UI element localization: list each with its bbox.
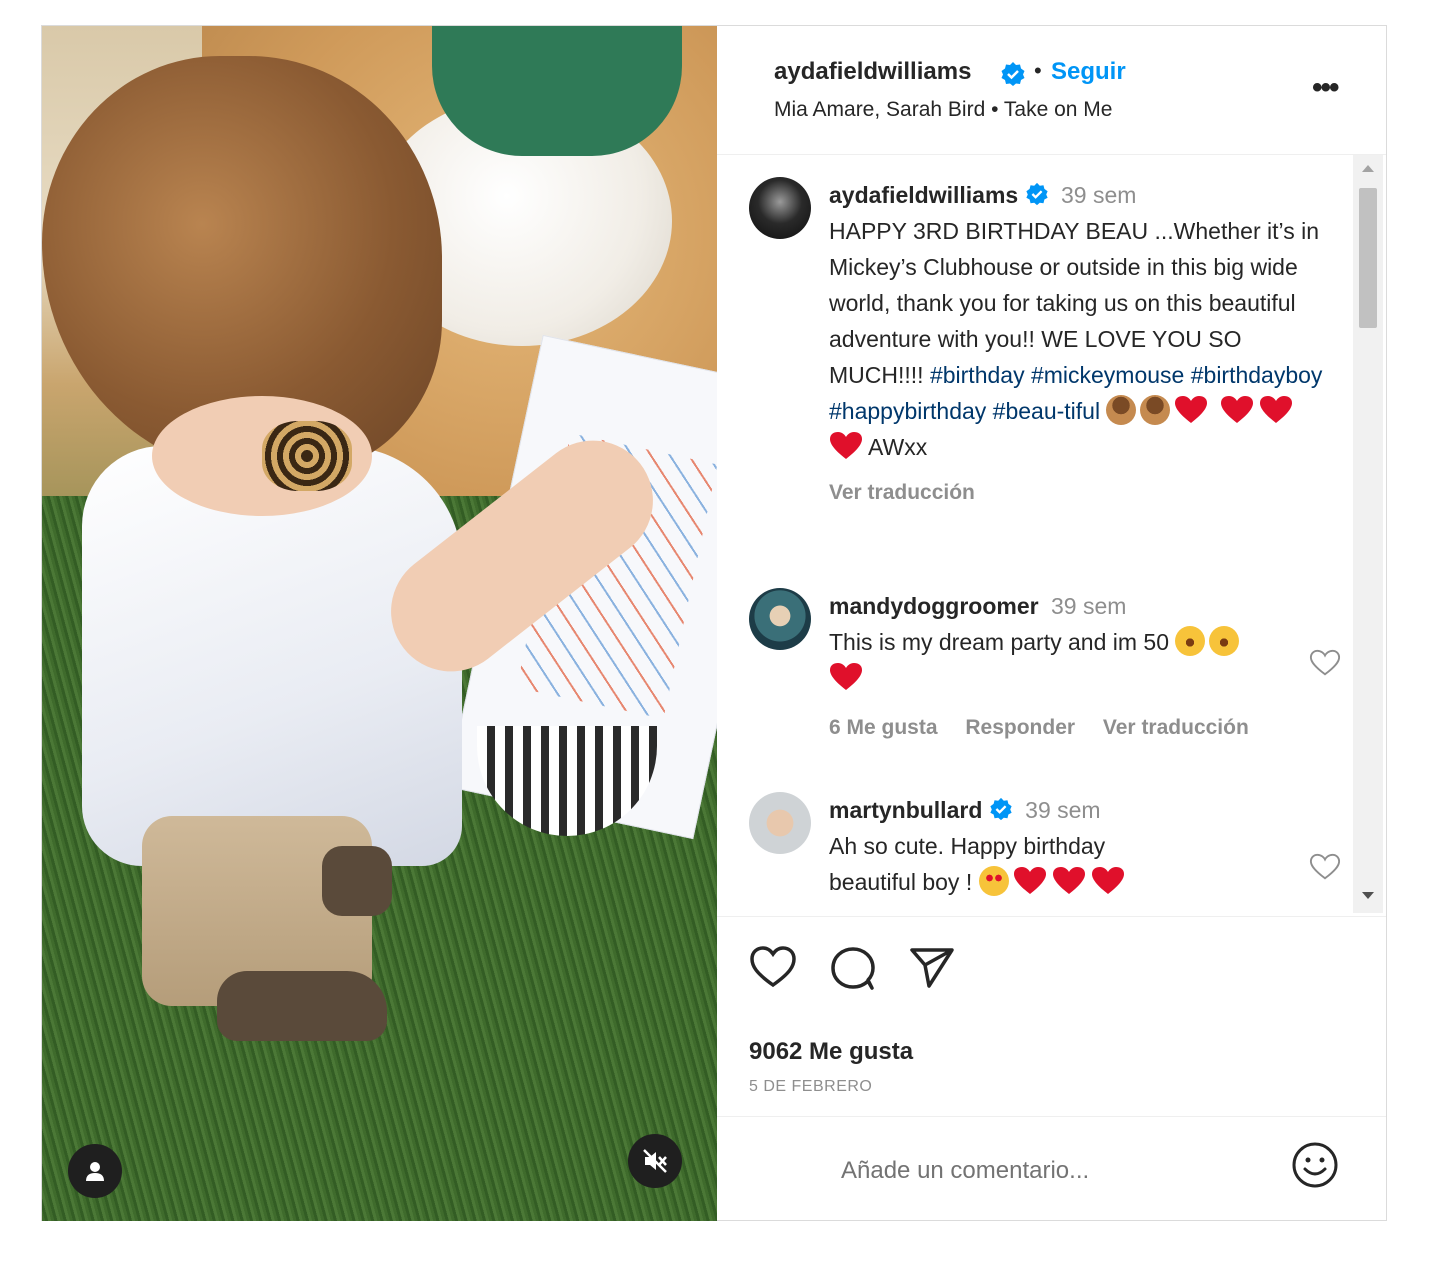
see-translation-button[interactable]: Ver traducción [829,481,975,504]
header-separator: • [1034,58,1042,83]
post-header: aydafieldwilliams • Seguir Mia Amare, Sa… [717,26,1386,155]
star-struck-emoji-icon [978,865,1009,896]
comment-text: This is my dream party and im 50 [829,629,1170,655]
avatar[interactable] [749,588,811,650]
tears-of-joy-emoji-icon [1209,625,1240,656]
scrollbar-thumb[interactable] [1359,188,1377,328]
red-heart-emoji-icon [1259,395,1292,423]
comment-likes[interactable]: 6 Me gusta [829,716,938,739]
add-comment-input[interactable] [839,1153,1263,1189]
comment-bubble-icon[interactable] [829,945,877,991]
reply-button[interactable]: Responder [965,716,1075,739]
mute-button[interactable] [628,1134,682,1188]
user-icon [86,1162,104,1181]
tears-of-joy-emoji-icon [1175,625,1206,656]
emoji-picker-icon[interactable] [1291,1141,1339,1189]
cake-emoji-icon [1140,394,1171,425]
red-heart-emoji-icon [1220,395,1253,423]
instagram-post: aydafieldwilliams • Seguir Mia Amare, Sa… [41,25,1387,1221]
cake-emoji-icon [1106,394,1137,425]
post-video[interactable] [42,26,717,1221]
red-heart-emoji-icon [830,662,862,690]
comment-time[interactable]: 39 sem [1025,797,1100,823]
tagged-users-button[interactable] [68,1144,122,1198]
caption-time[interactable]: 39 sem [1061,182,1136,208]
red-heart-emoji-icon [1052,866,1085,894]
post-date: 5 DE FEBRERO [749,1078,873,1095]
see-translation-button[interactable]: Ver traducción [1103,716,1249,739]
follow-button[interactable]: Seguir [1051,58,1126,86]
red-heart-emoji-icon [1091,866,1124,894]
post-side-panel: aydafieldwilliams • Seguir Mia Amare, Sa… [717,26,1386,1220]
avatar[interactable] [749,792,811,854]
like-comment-heart-icon[interactable] [1309,648,1341,678]
comments-scrollbar[interactable] [1353,155,1383,913]
verified-badge-icon [1025,182,1048,205]
caption-signoff: AWxx [868,434,928,460]
comment-username[interactable]: martynbullard [829,797,982,823]
like-heart-icon[interactable] [749,945,797,989]
like-comment-heart-icon[interactable] [1309,852,1341,882]
comments-list[interactable]: aydafieldwilliams 39 sem HAPPY 3RD BIRTH… [717,155,1386,915]
speaker-muted-icon [643,1149,667,1173]
verified-badge-icon [1001,62,1025,86]
comment-composer [717,1116,1386,1221]
comment-username[interactable]: mandydoggroomer [829,593,1039,619]
likes-count[interactable]: 9062 Me gusta [749,1038,913,1066]
red-heart-emoji-icon [1013,866,1046,894]
author-username[interactable]: aydafieldwilliams [774,58,971,86]
verified-badge-icon [990,797,1012,820]
audio-attribution[interactable]: Mia Amare, Sarah Bird • Take on Me [774,98,1112,122]
red-heart-emoji-icon [1175,395,1208,423]
more-options-button[interactable]: ••• [1312,71,1339,105]
red-heart-emoji-icon [830,431,862,459]
post-actions: 9062 Me gusta 5 DE FEBRERO [717,916,1386,1117]
scroll-up-arrow-icon[interactable] [1362,165,1374,172]
scroll-down-arrow-icon[interactable] [1362,892,1374,899]
share-send-icon[interactable] [909,945,955,989]
avatar[interactable] [749,177,811,239]
comment-time[interactable]: 39 sem [1051,593,1126,619]
caption-username[interactable]: aydafieldwilliams [829,182,1018,208]
